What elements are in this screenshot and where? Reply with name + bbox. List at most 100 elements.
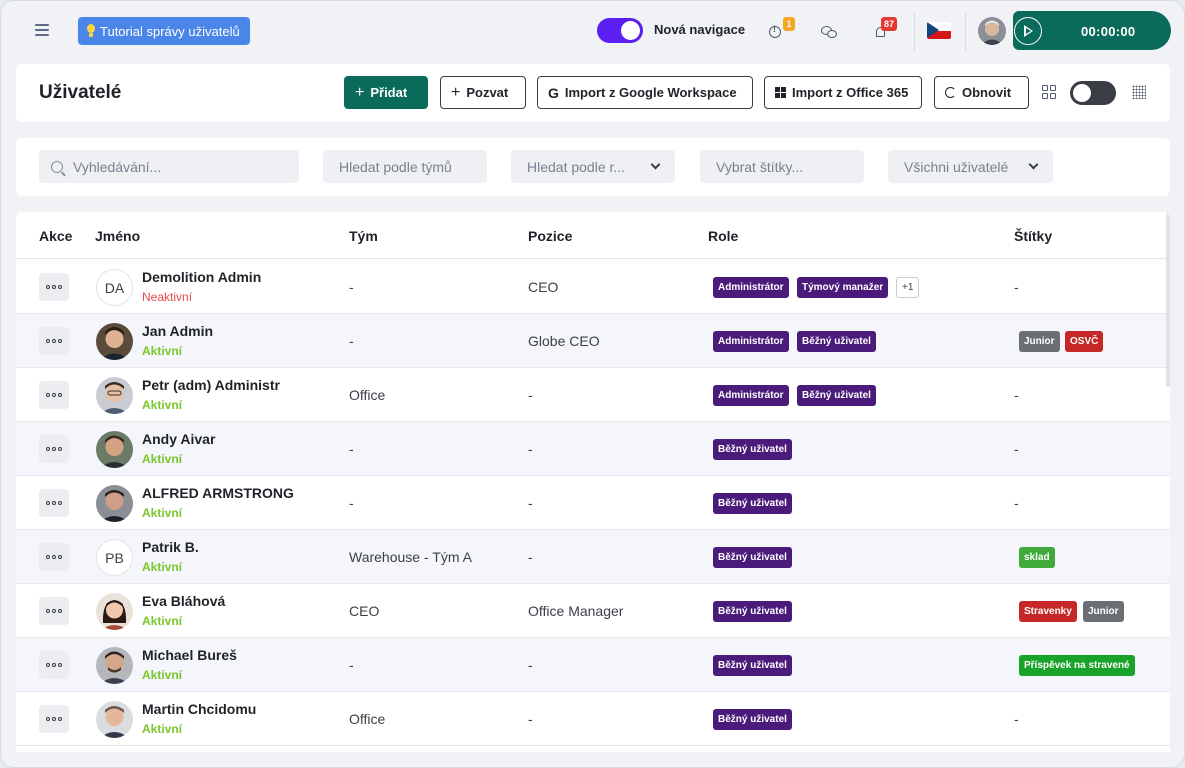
- table-row[interactable]: Andy Aivar Aktivní - - Běžný uživatel -: [16, 422, 1170, 476]
- position-cell: -: [528, 387, 533, 403]
- position-cell: -: [528, 441, 533, 457]
- user-status: Aktivní: [142, 614, 183, 628]
- notification-count-badge: 87: [881, 17, 898, 31]
- role-badge: Běžný uživatel: [797, 385, 876, 406]
- role-filter-select[interactable]: Hledat podle r...: [511, 150, 675, 183]
- add-user-button[interactable]: + Přidat: [344, 76, 428, 109]
- row-actions-button[interactable]: [39, 705, 69, 733]
- user-status: Aktivní: [142, 560, 183, 574]
- user-name[interactable]: Patrik B.: [142, 539, 199, 555]
- role-badge: Běžný uživatel: [713, 493, 792, 514]
- team-cell: Office: [349, 711, 386, 727]
- plus-icon: +: [451, 83, 461, 101]
- table-row[interactable]: Eva Bláhová Aktivní CEO Office Manager Běžný…: [16, 584, 1170, 638]
- user-status: Aktivní: [142, 668, 183, 682]
- table-row[interactable]: PB Patrik B. Aktivní Warehouse - Tým A - Běžn…: [16, 530, 1170, 584]
- add-label: Přidat: [370, 85, 408, 100]
- row-actions-button[interactable]: [39, 543, 69, 571]
- refresh-label: Obnovit: [962, 85, 1012, 100]
- tag-badge: Junior: [1083, 601, 1124, 622]
- column-header-team[interactable]: Tým: [349, 228, 378, 244]
- role-badge: Běžný uživatel: [713, 655, 792, 676]
- tags-filter-input[interactable]: Vybrat štítky...: [700, 150, 864, 183]
- tag-badge: Stravenky: [1019, 601, 1077, 622]
- role-filter-placeholder: Hledat podle r...: [527, 158, 626, 175]
- new-navigation-toggle[interactable]: [597, 18, 643, 43]
- menu-icon[interactable]: [35, 24, 49, 36]
- user-status: Aktivní: [142, 722, 183, 736]
- user-name[interactable]: Martin Chcidomu: [142, 701, 256, 717]
- users-status-select[interactable]: Všichni uživatelé: [888, 150, 1053, 183]
- invite-button[interactable]: + Pozvat: [440, 76, 526, 109]
- row-actions-button[interactable]: [39, 489, 69, 517]
- role-badge: Běžný uživatel: [797, 331, 876, 352]
- page-header: Uživatelé + Přidat + Pozvat G Import z G…: [16, 64, 1170, 122]
- card-view-icon[interactable]: [1042, 85, 1056, 99]
- tags-cell: -: [1014, 279, 1019, 295]
- import-office-label: Import z Office 365: [792, 85, 909, 100]
- column-header-name[interactable]: Jméno: [95, 228, 140, 244]
- position-cell: Office Manager: [528, 603, 624, 619]
- team-filter-input[interactable]: Hledat podle týmů: [323, 150, 487, 183]
- scrollbar[interactable]: [1166, 212, 1170, 387]
- czech-flag-icon[interactable]: [927, 22, 951, 39]
- new-navigation-label: Nová navigace: [654, 22, 746, 37]
- table-row[interactable]: Martin Chcidomu Aktivní Office - Běžný uživa…: [16, 692, 1170, 746]
- role-badge: Běžný uživatel: [713, 601, 792, 622]
- row-actions-button[interactable]: [39, 435, 69, 463]
- plus-icon: +: [355, 83, 365, 101]
- view-mode-toggle[interactable]: [1070, 81, 1116, 105]
- google-icon: G: [548, 84, 559, 101]
- position-cell: -: [528, 711, 533, 727]
- table-row[interactable]: Jan Admin Aktivní - Globe CEO Administrátor B…: [16, 314, 1170, 368]
- table-row[interactable]: ALFRED ARMSTRONG Aktivní - - Běžný uživatel -: [16, 476, 1170, 530]
- import-office-button[interactable]: Import z Office 365: [764, 76, 922, 109]
- refresh-button[interactable]: Obnovit: [934, 76, 1029, 109]
- team-cell: -: [349, 657, 354, 673]
- user-name[interactable]: Michael Bureš: [142, 647, 237, 663]
- user-name[interactable]: Jan Admin: [142, 323, 213, 339]
- tutorial-button[interactable]: Tutorial správy uživatelů: [78, 17, 250, 45]
- position-cell: Globe CEO: [528, 333, 600, 349]
- windows-icon: [775, 87, 786, 98]
- column-header-actions[interactable]: Akce: [39, 228, 72, 244]
- search-icon: [51, 160, 63, 173]
- chat-icon[interactable]: [820, 21, 842, 43]
- role-badge: Běžný uživatel: [713, 709, 792, 730]
- role-badge: Administrátor: [713, 277, 789, 298]
- position-cell: -: [528, 657, 533, 673]
- invite-label: Pozvat: [466, 85, 509, 100]
- user-name[interactable]: Andy Aivar: [142, 431, 215, 447]
- user-name[interactable]: ALFRED ARMSTRONG: [142, 485, 294, 501]
- search-input[interactable]: Vyhledávání...: [39, 150, 299, 183]
- avatar: [96, 377, 133, 414]
- alert-count-badge: 1: [783, 17, 795, 31]
- role-badge: Administrátor: [713, 385, 789, 406]
- table-row[interactable]: Michael Bureš Aktivní - - Běžný uživatel Přís…: [16, 638, 1170, 692]
- tags-cell: -: [1014, 711, 1019, 727]
- row-actions-button[interactable]: [39, 273, 69, 301]
- import-google-button[interactable]: G Import z Google Workspace: [537, 76, 753, 109]
- import-google-label: Import z Google Workspace: [564, 85, 737, 100]
- row-actions-button[interactable]: [39, 651, 69, 679]
- team-cell: -: [349, 279, 354, 295]
- tag-badge: OSVČ: [1065, 331, 1104, 352]
- more-roles-badge[interactable]: +1: [896, 277, 920, 298]
- column-header-tags[interactable]: Štítky: [1014, 228, 1052, 244]
- refresh-icon: [945, 87, 956, 98]
- column-header-position[interactable]: Pozice: [528, 228, 572, 244]
- table-row[interactable]: Petr (adm) Administr Aktivní Office - Admini…: [16, 368, 1170, 422]
- user-avatar[interactable]: [978, 17, 1006, 45]
- table-row[interactable]: DA Demolition Admin Neaktivní - CEO Administr…: [16, 260, 1170, 314]
- user-name[interactable]: Demolition Admin: [142, 269, 261, 285]
- play-icon[interactable]: [1014, 17, 1042, 45]
- row-actions-button[interactable]: [39, 381, 69, 409]
- user-name[interactable]: Eva Bláhová: [142, 593, 225, 609]
- row-actions-button[interactable]: [39, 327, 69, 355]
- row-actions-button[interactable]: [39, 597, 69, 625]
- search-placeholder: Vyhledávání...: [73, 158, 162, 175]
- team-cell: -: [349, 495, 354, 511]
- user-name[interactable]: Petr (adm) Administr: [142, 377, 280, 393]
- table-view-icon[interactable]: [1132, 85, 1146, 99]
- column-header-role[interactable]: Role: [708, 228, 738, 244]
